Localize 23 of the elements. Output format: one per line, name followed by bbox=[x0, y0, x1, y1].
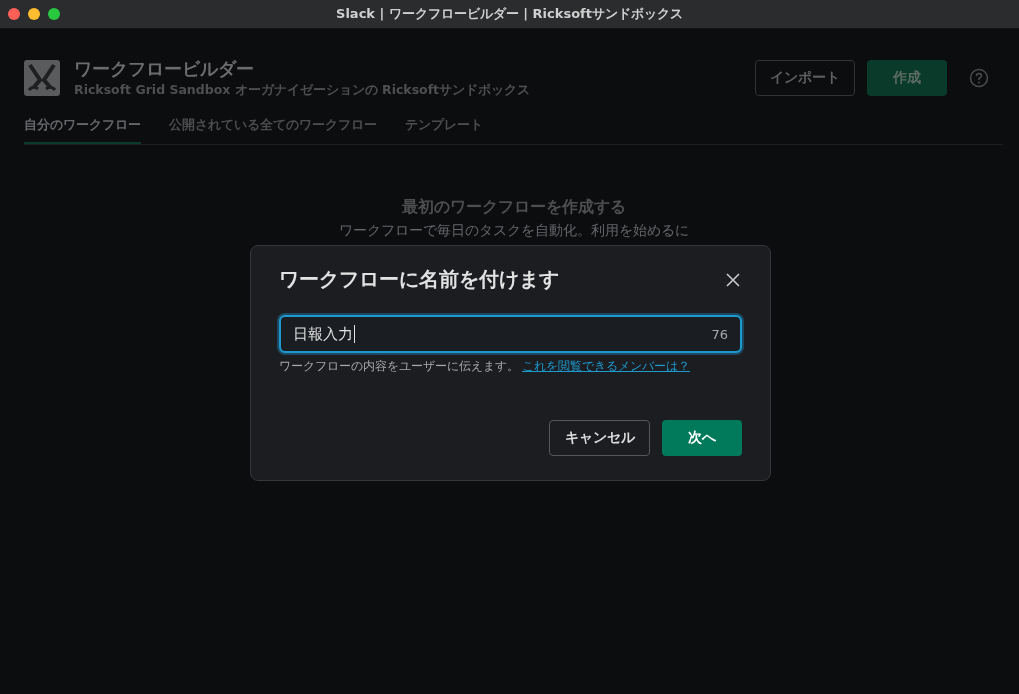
window-title: Slack | ワークフロービルダー | Ricksoftサンドボックス bbox=[335, 5, 684, 23]
empty-state-text: ワークフローで毎日のタスクを自動化。利用を始めるに bbox=[338, 222, 689, 239]
field-value: 日報入力 bbox=[293, 324, 353, 344]
maximize-window-icon[interactable] bbox=[48, 8, 60, 20]
name-field[interactable]: 日報入力 76 bbox=[279, 315, 742, 353]
tab[interactable]: 自分のワークフロー bbox=[24, 117, 141, 144]
create-button[interactable]: 作成 bbox=[867, 60, 947, 96]
help-text: ワークフローの内容をユーザーに伝えます。 bbox=[279, 359, 519, 374]
empty-state-title: 最初のワークフローを作成する bbox=[401, 197, 626, 218]
import-button[interactable]: インポート bbox=[755, 60, 855, 96]
tab[interactable]: 公開されている全てのワークフロー bbox=[169, 117, 377, 144]
tab[interactable]: テンプレート bbox=[405, 117, 483, 144]
visibility-link[interactable]: これを閲覧できるメンバーは？ bbox=[522, 359, 690, 374]
cancel-button[interactable]: キャンセル bbox=[549, 420, 650, 456]
dialog-title: ワークフローに名前を付けます bbox=[279, 266, 559, 293]
close-window-icon[interactable] bbox=[8, 8, 20, 20]
character-count: 76 bbox=[711, 326, 728, 342]
close-icon[interactable] bbox=[726, 272, 740, 287]
workspace-subtitle: Ricksoft Grid Sandbox オーガナイゼーションの Ricksoftサンドボックス bbox=[74, 82, 532, 99]
minimize-window-icon[interactable] bbox=[28, 8, 40, 20]
next-button[interactable]: 次へ bbox=[662, 420, 742, 456]
page-title: ワークフロービルダー bbox=[74, 57, 255, 81]
crossed-swords-icon bbox=[24, 60, 60, 96]
